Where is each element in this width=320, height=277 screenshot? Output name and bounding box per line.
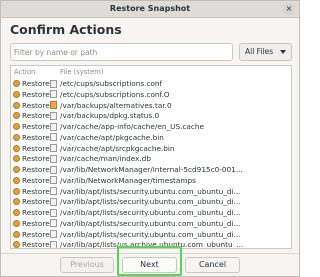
restore-action-icon bbox=[13, 209, 20, 216]
restore-action-icon bbox=[13, 80, 20, 87]
window-title: Restore Snapshot bbox=[109, 4, 191, 13]
restore-action-icon bbox=[13, 166, 20, 173]
row-path: /var/cache/apt/pkgcache.bin bbox=[60, 132, 164, 142]
file-icon bbox=[50, 230, 57, 238]
row-action: Restore bbox=[22, 154, 50, 164]
file-icon bbox=[50, 176, 57, 185]
file-icon bbox=[50, 133, 57, 142]
restore-action-icon bbox=[13, 133, 20, 141]
table-row[interactable]: Restore/var/lib/NetworkManager/internal-… bbox=[11, 164, 291, 175]
list-header: Action File (system) bbox=[11, 66, 291, 78]
table-row[interactable]: Restore/var/cache/apt/pkgcache.bin bbox=[11, 132, 291, 143]
file-icon bbox=[50, 219, 57, 228]
row-path: /var/lib/NetworkManager/internal-5cd915c… bbox=[60, 165, 243, 174]
row-action: Restore bbox=[22, 79, 50, 88]
row-path: /var/lib/apt/lists/security.ubuntu.com_u… bbox=[60, 218, 241, 228]
archive-icon bbox=[50, 101, 57, 109]
file-icon bbox=[50, 208, 57, 217]
file-icon bbox=[50, 79, 57, 88]
table-row[interactable]: Restore/var/backups/alternatives.tar.0 bbox=[11, 100, 291, 111]
row-action: Restore bbox=[22, 175, 50, 185]
table-row[interactable]: Restore/var/cache/apt/srcpkgcache.bin bbox=[11, 143, 291, 154]
file-scope-dropdown[interactable]: All Files bbox=[239, 43, 292, 61]
row-action: Restore bbox=[22, 208, 50, 217]
row-path: /var/backups/dpkg.status.0 bbox=[60, 111, 160, 121]
row-action: Restore bbox=[22, 186, 50, 196]
table-row[interactable]: Restore/var/lib/apt/lists/security.ubunt… bbox=[11, 207, 291, 218]
file-icon bbox=[50, 197, 57, 206]
row-path: /var/lib/apt/lists/security.ubuntu.com_u… bbox=[60, 186, 241, 196]
restore-action-icon bbox=[13, 176, 20, 184]
close-icon[interactable]: × bbox=[283, 3, 295, 15]
table-row[interactable]: Restore/etc/cups/subscriptions.conf.O bbox=[11, 89, 291, 100]
file-icon bbox=[50, 122, 57, 131]
file-scope-label: All Files bbox=[245, 47, 274, 56]
row-action: Restore bbox=[22, 122, 50, 131]
table-row[interactable]: Restore/var/cache/app-info/cache/en_US.c… bbox=[11, 121, 291, 132]
file-icon bbox=[50, 187, 57, 195]
table-row[interactable]: Restore/var/lib/apt/lists/security.ubunt… bbox=[11, 218, 291, 229]
file-icon bbox=[50, 165, 57, 174]
row-action: Restore bbox=[22, 89, 50, 99]
chevron-down-icon bbox=[280, 50, 286, 54]
file-icon bbox=[50, 144, 57, 152]
restore-action-icon bbox=[13, 155, 20, 163]
row-path: /var/cache/apt/srcpkgcache.bin bbox=[60, 143, 175, 153]
actions-list[interactable]: Action File (system) Restore/etc/cups/su… bbox=[10, 65, 292, 249]
row-action: Restore bbox=[22, 165, 50, 174]
filter-toolbar: All Files bbox=[10, 43, 292, 61]
table-row[interactable]: Restore/etc/cups/subscriptions.conf bbox=[11, 78, 291, 89]
filter-field[interactable] bbox=[10, 43, 233, 61]
restore-action-icon bbox=[13, 219, 20, 227]
column-header-action[interactable]: Action bbox=[14, 68, 35, 76]
restore-action-icon bbox=[13, 187, 20, 195]
row-path: /var/cache/app-info/cache/en_US.cache bbox=[60, 122, 205, 131]
restore-action-icon bbox=[13, 144, 20, 152]
row-path: /var/lib/apt/lists/security.ubuntu.com_u… bbox=[60, 229, 241, 239]
previous-button[interactable]: Previous bbox=[60, 257, 114, 273]
row-path: /etc/cups/subscriptions.conf bbox=[60, 79, 163, 88]
title-bar[interactable]: Restore Snapshot × bbox=[1, 1, 299, 18]
row-action: Restore bbox=[22, 218, 50, 228]
restore-action-icon bbox=[13, 101, 20, 109]
table-row[interactable]: Restore/var/lib/apt/lists/security.ubunt… bbox=[11, 229, 291, 240]
next-button-highlight bbox=[117, 246, 182, 276]
table-row[interactable]: Restore/var/lib/apt/lists/security.ubunt… bbox=[11, 196, 291, 207]
table-row[interactable]: Restore/var/backups/dpkg.status.0 bbox=[11, 110, 291, 121]
row-action: Restore bbox=[22, 143, 50, 153]
row-action: Restore bbox=[22, 197, 50, 207]
file-icon bbox=[50, 111, 57, 120]
row-action: Restore bbox=[22, 229, 50, 239]
page-title: Confirm Actions bbox=[10, 22, 122, 37]
list-rows: Restore/etc/cups/subscriptions.conf Resto… bbox=[11, 78, 291, 249]
filter-input[interactable] bbox=[14, 46, 228, 58]
restore-snapshot-window: Restore Snapshot × Confirm Actions All F… bbox=[0, 0, 300, 277]
restore-action-icon bbox=[13, 198, 20, 206]
row-path: /var/lib/apt/lists/security.ubuntu.com_u… bbox=[60, 197, 241, 207]
row-action: Restore bbox=[22, 100, 50, 110]
row-path: /var/lib/NetworkManager/timestamps bbox=[60, 175, 196, 185]
row-path: /var/cache/man/index.db bbox=[60, 154, 151, 164]
row-path: /var/lib/apt/lists/security.ubuntu.com_u… bbox=[60, 208, 241, 217]
file-icon bbox=[50, 154, 57, 163]
restore-action-icon bbox=[13, 241, 20, 248]
cancel-button[interactable]: Cancel bbox=[185, 257, 240, 273]
row-action: Restore bbox=[22, 111, 50, 121]
restore-action-icon bbox=[13, 112, 20, 120]
row-path: /etc/cups/subscriptions.conf.O bbox=[60, 89, 170, 99]
file-icon bbox=[50, 90, 57, 99]
table-row[interactable]: Restore/var/lib/apt/lists/security.ubunt… bbox=[11, 186, 291, 197]
restore-action-icon bbox=[13, 230, 20, 238]
restore-action-icon bbox=[13, 123, 20, 130]
column-header-file[interactable]: File (system) bbox=[60, 68, 103, 76]
table-row[interactable]: Restore/var/cache/man/index.db bbox=[11, 153, 291, 164]
table-row[interactable]: Restore/var/lib/NetworkManager/timestamp… bbox=[11, 175, 291, 186]
row-path: /var/backups/alternatives.tar.0 bbox=[60, 100, 172, 110]
restore-action-icon bbox=[13, 90, 20, 98]
row-action: Restore bbox=[22, 240, 50, 249]
row-action: Restore bbox=[22, 132, 50, 142]
file-icon bbox=[50, 240, 57, 248]
